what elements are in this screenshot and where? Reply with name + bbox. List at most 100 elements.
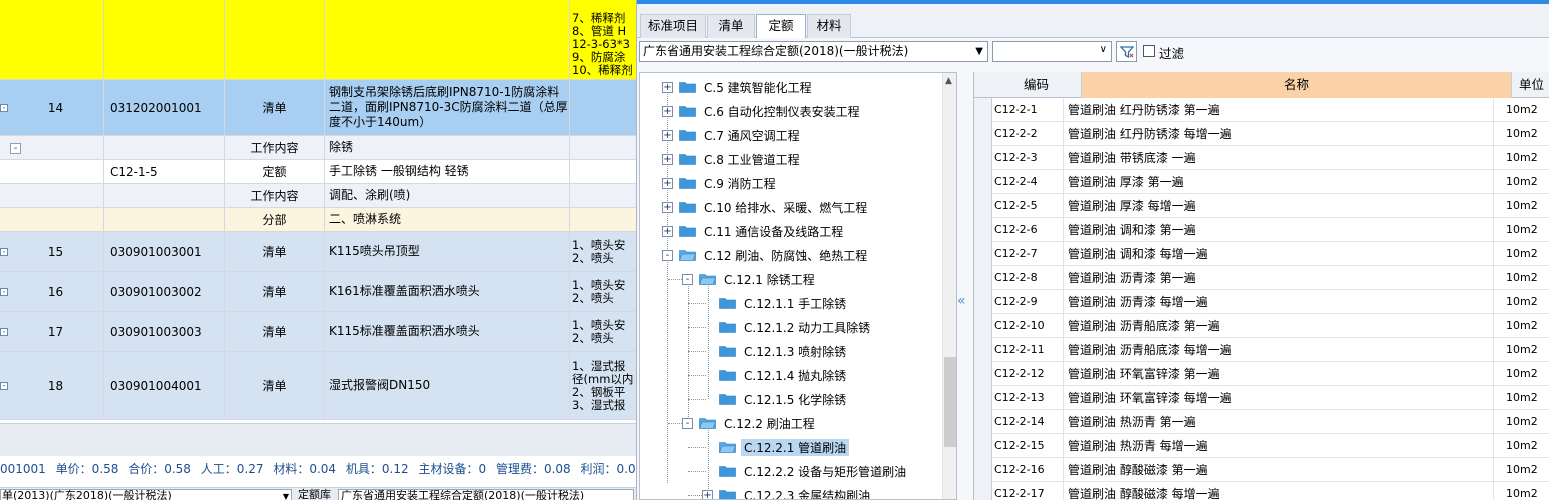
- tree-node[interactable]: C.12.2.2 设备与矩形管道刷油: [702, 459, 909, 483]
- tree-node[interactable]: C.12.1.2 动力工具除锈: [702, 315, 873, 339]
- expand-icon[interactable]: +: [662, 105, 673, 117]
- collapse-icon[interactable]: -: [682, 273, 693, 285]
- tree-node[interactable]: + C.7 通风空调工程: [662, 123, 803, 147]
- row-header[interactable]: [974, 434, 992, 458]
- bill-row[interactable]: -14 031202001001 清单 钢制支吊架除锈后底刷IPN8710-1防腐涂料…: [0, 80, 636, 136]
- tree-scrollbar[interactable]: ▲: [942, 73, 956, 499]
- tree-node[interactable]: C.12.2.1 管道刷油: [702, 435, 850, 459]
- cell-type: 工作内容: [225, 184, 325, 207]
- expand-icon[interactable]: +: [662, 177, 673, 189]
- expand-icon[interactable]: -: [0, 327, 8, 336]
- filter-button[interactable]: [1116, 41, 1137, 62]
- quota-row[interactable]: C12-2-3 管道刷油 带锈底漆 一遍 10m2: [974, 146, 1549, 170]
- quota-row[interactable]: C12-2-12 管道刷油 环氧富锌漆 第一遍 10m2: [974, 362, 1549, 386]
- tab-standard-items[interactable]: 标准项目: [640, 14, 706, 38]
- tree-scroll-thumb[interactable]: [944, 357, 956, 447]
- expand-icon[interactable]: -: [0, 247, 8, 256]
- expand-icon[interactable]: -: [0, 287, 8, 296]
- tree-node[interactable]: + C.12.2.3 金属结构刷油: [702, 483, 873, 499]
- row-header[interactable]: [974, 218, 992, 242]
- quota-row[interactable]: C12-2-5 管道刷油 厚漆 每增一遍 10m2: [974, 194, 1549, 218]
- bill-row-highlight[interactable]: 7、稀释剂 8、管道 H 12-3-63*3 9、防腐涂 10、稀释剂: [0, 0, 636, 80]
- row-header[interactable]: [974, 266, 992, 290]
- collapse-icon[interactable]: -: [662, 249, 673, 261]
- library-select[interactable]: 广东省通用安装工程综合定额(2018)(一般计税法) ▼: [639, 41, 988, 62]
- row-header[interactable]: [974, 410, 992, 434]
- quota-row[interactable]: C12-2-7 管道刷油 调和漆 每增一遍 10m2: [974, 242, 1549, 266]
- row-header[interactable]: [974, 242, 992, 266]
- row-header[interactable]: [974, 482, 992, 500]
- row-header[interactable]: [974, 122, 992, 146]
- collapse-icon[interactable]: -: [10, 142, 21, 154]
- quota-row[interactable]: C12-2-8 管道刷油 沥青漆 第一遍 10m2: [974, 266, 1549, 290]
- tab-bill[interactable]: 清单: [707, 14, 755, 38]
- quota-row[interactable]: C12-2-4 管道刷油 厚漆 第一遍 10m2: [974, 170, 1549, 194]
- expand-icon[interactable]: +: [662, 129, 673, 141]
- row-header[interactable]: [974, 386, 992, 410]
- tree-node[interactable]: C.12.1.4 抛丸除锈: [702, 363, 849, 387]
- row-header[interactable]: [974, 194, 992, 218]
- tree-node[interactable]: C.12.1.1 手工除锈: [702, 291, 849, 315]
- quota-library-bottom-select[interactable]: 广东省通用安装工程综合定额(2018)(一般计税法): [338, 489, 634, 500]
- tree-node[interactable]: + C.11 通信设备及线路工程: [662, 219, 846, 243]
- row-header[interactable]: [974, 362, 992, 386]
- tree-node[interactable]: - C.12 刷油、防腐蚀、绝热工程: [662, 243, 870, 267]
- expand-icon[interactable]: +: [662, 153, 673, 165]
- tree-node[interactable]: + C.10 给排水、采暖、燃气工程: [662, 195, 870, 219]
- bill-row[interactable]: -16 030901003002 清单 K161标准覆盖面积洒水喷头 1、喷头安 2、喷头: [0, 272, 636, 312]
- row-header[interactable]: [974, 290, 992, 314]
- collapse-panel-icon[interactable]: «: [957, 293, 966, 309]
- search-combo[interactable]: ∨: [992, 41, 1112, 62]
- quota-row[interactable]: C12-2-1 管道刷油 红丹防锈漆 第一遍 10m2: [974, 98, 1549, 122]
- column-header-unit[interactable]: 单位: [1512, 72, 1549, 98]
- tree-node[interactable]: + C.9 消防工程: [662, 171, 779, 195]
- expand-icon[interactable]: +: [662, 81, 673, 93]
- scroll-up-icon[interactable]: ▲: [945, 76, 952, 86]
- filter-checkbox[interactable]: [1143, 45, 1155, 57]
- expand-icon[interactable]: +: [702, 489, 713, 499]
- quota-row[interactable]: C12-2-9 管道刷油 沥青漆 每增一遍 10m2: [974, 290, 1549, 314]
- row-header[interactable]: [974, 146, 992, 170]
- quota-row[interactable]: C12-2-2 管道刷油 红丹防锈漆 每增一遍 10m2: [974, 122, 1549, 146]
- quota-row[interactable]: C12-2-6 管道刷油 调和漆 第一遍 10m2: [974, 218, 1549, 242]
- quota-row[interactable]: C12-1-5 定额 手工除锈 一般钢结构 轻锈: [0, 160, 636, 184]
- expand-icon[interactable]: +: [662, 201, 673, 213]
- quota-row[interactable]: C12-2-16 管道刷油 醇酸磁漆 第一遍 10m2: [974, 458, 1549, 482]
- row-header[interactable]: [974, 314, 992, 338]
- row-header[interactable]: [974, 170, 992, 194]
- tab-quota[interactable]: 定额: [756, 14, 806, 39]
- tree-node[interactable]: + C.6 自动化控制仪表安装工程: [662, 99, 863, 123]
- tree-node[interactable]: C.12.1.3 喷射除锈: [702, 339, 849, 363]
- quota-row[interactable]: C12-2-14 管道刷油 热沥青 第一遍 10m2: [974, 410, 1549, 434]
- work-content-row[interactable]: 工作内容 调配、涂刷(喷): [0, 184, 636, 208]
- quota-row[interactable]: C12-2-17 管道刷油 醇酸磁漆 每增一遍 10m2: [974, 482, 1549, 500]
- tree-node[interactable]: + C.8 工业管道工程: [662, 147, 803, 171]
- column-header-name[interactable]: 名称: [1082, 72, 1512, 98]
- tree-node[interactable]: C.12.1.5 化学除锈: [702, 387, 849, 411]
- row-header[interactable]: [974, 458, 992, 482]
- work-content-row[interactable]: 工作内容 除锈 -: [0, 136, 636, 160]
- quota-row[interactable]: C12-2-13 管道刷油 环氧富锌漆 每增一遍 10m2: [974, 386, 1549, 410]
- row-header[interactable]: [974, 338, 992, 362]
- quota-unit: 10m2: [1506, 199, 1538, 212]
- quota-row[interactable]: C12-2-15 管道刷油 热沥青 每增一遍 10m2: [974, 434, 1549, 458]
- collapse-icon[interactable]: -: [682, 417, 693, 429]
- bill-row[interactable]: -18 030901004001 清单 湿式报警阀DN150 1、湿式报 径(mm以内 2、…: [0, 352, 636, 420]
- column-header-code[interactable]: 编码: [992, 72, 1082, 98]
- quota-name: 管道刷油 沥青船底漆 每增一遍: [1064, 338, 1494, 361]
- bill-library-select[interactable]: 单(2013)(广东2018)(一般计税法) ▼: [0, 489, 292, 500]
- mgmt-value: 0.08: [543, 462, 571, 476]
- expand-icon[interactable]: -: [0, 103, 8, 112]
- tree-node[interactable]: - C.12.2 刷油工程: [682, 411, 818, 435]
- tab-material[interactable]: 材料: [807, 14, 851, 38]
- bill-row[interactable]: -17 030901003003 清单 K115标准覆盖面积洒水喷头 1、喷头安 2、喷头: [0, 312, 636, 352]
- quota-row[interactable]: C12-2-11 管道刷油 沥青船底漆 每增一遍 10m2: [974, 338, 1549, 362]
- section-row[interactable]: 分部 二、喷淋系统: [0, 208, 636, 232]
- tree-node[interactable]: + C.5 建筑智能化工程: [662, 75, 815, 99]
- quota-row[interactable]: C12-2-10 管道刷油 沥青船底漆 第一遍 10m2: [974, 314, 1549, 338]
- tree-node[interactable]: - C.12.1 除锈工程: [682, 267, 818, 291]
- expand-icon[interactable]: -: [0, 381, 8, 390]
- expand-icon[interactable]: +: [662, 225, 673, 237]
- bill-row[interactable]: -15 030901003001 清单 K115喷头吊顶型 1、喷头安 2、喷头: [0, 232, 636, 272]
- row-header[interactable]: [974, 98, 992, 122]
